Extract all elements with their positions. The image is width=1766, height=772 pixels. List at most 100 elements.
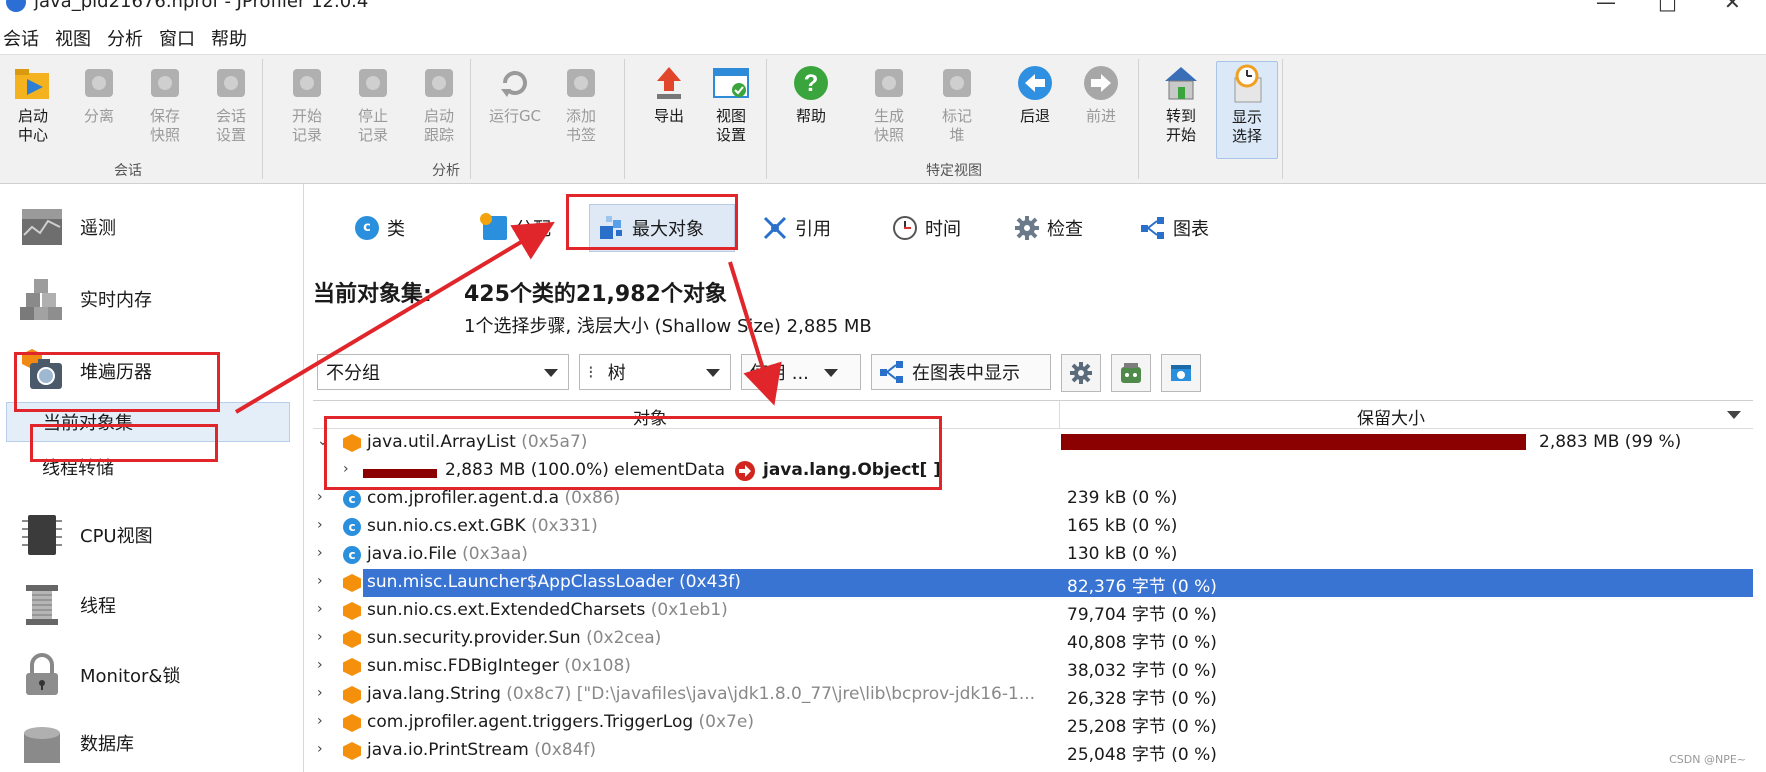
table-row[interactable]: › com.jprofiler.agent.triggers.TriggerLog…: [313, 709, 1753, 737]
toolbar-label: 视图: [715, 107, 746, 125]
menu-window[interactable]: 窗口: [156, 25, 200, 51]
table-row[interactable]: › sun.misc.FDBigInteger (0x108) 38,032 字节 …: [313, 653, 1753, 681]
tab-classes[interactable]: c 类: [345, 204, 415, 252]
sidebar-item-database[interactable]: 数据库: [0, 708, 304, 772]
garbage-collector-button[interactable]: [1111, 354, 1151, 392]
toolbar-button-detach[interactable]: 分离: [68, 61, 130, 159]
class-icon: c: [343, 546, 361, 564]
toolbar-button-save-snapshot[interactable]: 保存 快照: [134, 61, 196, 159]
tab-time[interactable]: 时间: [883, 204, 971, 252]
chevron-right-icon[interactable]: ›: [343, 461, 359, 479]
sidebar-item-current-object-set[interactable]: 当前对象集: [6, 402, 290, 442]
toolbar-button-view-settings[interactable]: 视图 设置: [700, 61, 762, 159]
sidebar-item-telemetry[interactable]: 遥测: [0, 192, 304, 262]
toolbar-label: 显示: [1231, 108, 1262, 126]
chevron-right-icon[interactable]: ›: [317, 713, 333, 731]
menu-help[interactable]: 帮助: [208, 25, 252, 51]
toolbar-button-go-home[interactable]: 转到 开始: [1150, 61, 1212, 159]
table-row[interactable]: › java.io.PrintStream (0x84f) 25,048 字节 (0…: [313, 737, 1753, 765]
menu-session[interactable]: 会话: [0, 25, 44, 51]
toolbar-button-forward[interactable]: 前进: [1070, 61, 1132, 159]
forward-icon: [1081, 63, 1121, 103]
tab-graph[interactable]: 图表: [1131, 204, 1219, 252]
retained-size: 82,376 字节 (0 %): [1067, 577, 1217, 597]
toolbar-button-stop-recording[interactable]: 停止 记录: [342, 61, 404, 159]
toolbar-button-session-start[interactable]: 启动 中心: [2, 61, 64, 159]
toolbar-button-back[interactable]: 后退: [1004, 61, 1066, 159]
chevron-right-icon[interactable]: ›: [317, 741, 333, 759]
inspection-settings-button[interactable]: [1061, 354, 1101, 392]
chevron-right-icon[interactable]: ›: [317, 545, 333, 563]
sidebar-item-monitor-lock[interactable]: Monitor&锁: [0, 640, 304, 710]
chevron-down-icon: [544, 369, 558, 377]
table-row[interactable]: › c java.io.File (0x3aa) 130 kB (0 %): [313, 541, 1753, 569]
grouping-select[interactable]: 不分组: [317, 354, 569, 390]
toolbar-button-take-snapshot[interactable]: 生成 快照: [858, 61, 920, 159]
tab-allocations[interactable]: 分配: [473, 204, 561, 252]
toolbar-button-add-bookmark[interactable]: 添加 书签: [550, 61, 612, 159]
object-name: com.jprofiler.agent.triggers.TriggerLog …: [367, 712, 754, 732]
object-class: sun.nio.cs.ext.GBK: [367, 516, 526, 536]
child-size-bar: [363, 469, 437, 478]
chevron-right-icon[interactable]: ›: [317, 629, 333, 647]
table-row[interactable]: › sun.security.provider.Sun (0x2cea) 40,80…: [313, 625, 1753, 653]
sidebar-item-cpu-views[interactable]: CPU视图: [0, 500, 304, 570]
sidebar-item-live-memory[interactable]: 实时内存: [0, 264, 304, 334]
close-icon[interactable]: ✕: [1724, 0, 1741, 14]
minimize-icon[interactable]: —: [1596, 0, 1616, 14]
detach-icon: [79, 63, 119, 103]
sidebar-item-heap-walker[interactable]: 堆遍历器: [0, 336, 304, 406]
info-button[interactable]: [1161, 354, 1201, 392]
menu-analyze[interactable]: 分析: [104, 25, 148, 51]
table-row[interactable]: › sun.misc.Launcher$AppClassLoader (0x43f…: [313, 569, 1753, 597]
svg-text:?: ?: [804, 70, 819, 97]
table-row[interactable]: › c com.jprofiler.agent.d.a (0x86) 239 kB (…: [313, 485, 1753, 513]
column-retained-size[interactable]: 保留大小: [1357, 404, 1425, 429]
chevron-right-icon[interactable]: ›: [317, 657, 333, 675]
toolbar-button-start-tracking[interactable]: 启动 跟踪: [408, 61, 470, 159]
toolbar-label: 后退: [1019, 107, 1050, 125]
table-row-child[interactable]: › 2,883 MB (100.0%) elementData java.lan…: [313, 457, 1753, 485]
toolbar-button-mark-heap[interactable]: 标记堆: [926, 61, 988, 159]
toolbar-separator: [470, 59, 471, 179]
toolbar-button-run-gc[interactable]: 运行GC: [484, 61, 546, 159]
sidebar-item-threads[interactable]: 线程: [0, 570, 304, 640]
toolbar-button-show-selection[interactable]: 显示 选择: [1216, 61, 1278, 159]
toolbar-button-start-recording[interactable]: 开始 记录: [276, 61, 338, 159]
session-settings-icon: [211, 63, 251, 103]
table-row[interactable]: › sun.nio.cs.ext.ExtendedCharsets (0x1eb1…: [313, 597, 1753, 625]
sidebar-item-thread-dump[interactable]: 线程转储: [6, 447, 290, 487]
toolbar-button-export[interactable]: 导出: [638, 61, 700, 159]
table-row[interactable]: ⌄ java.util.ArrayList (0x5a7) 2,883 MB (99…: [313, 429, 1753, 457]
toolbar-label: 标记: [941, 107, 972, 125]
chevron-down-icon[interactable]: ⌄: [317, 433, 333, 451]
toolbar-button-help[interactable]: ? 帮助: [780, 61, 842, 159]
chevron-right-icon[interactable]: ›: [317, 601, 333, 619]
chevron-right-icon[interactable]: ›: [317, 685, 333, 703]
chevron-right-icon[interactable]: ›: [317, 517, 333, 535]
retained-size-bar: [1061, 434, 1526, 450]
class-icon: c: [343, 490, 361, 508]
heap-walker-icon: [20, 349, 64, 393]
tab-references[interactable]: 引用: [753, 204, 841, 252]
toolbar-label: 选择: [1231, 127, 1262, 145]
maximize-icon[interactable]: □: [1658, 0, 1677, 14]
view-mode-select[interactable]: ⁝ 树: [579, 354, 731, 390]
toolbar-button-session-settings[interactable]: 会话 设置: [200, 61, 262, 159]
chevron-right-icon[interactable]: ›: [317, 573, 333, 591]
table-row[interactable]: › c sun.nio.cs.ext.GBK (0x331) 165 kB (0 %): [313, 513, 1753, 541]
column-object[interactable]: 对象: [633, 404, 667, 429]
menu-view[interactable]: 视图: [52, 25, 96, 51]
use-button[interactable]: 使用 ...: [741, 354, 861, 390]
session-start-icon: [13, 63, 53, 103]
class-icon: c: [355, 216, 379, 240]
tab-inspections[interactable]: 检查: [1005, 204, 1093, 252]
object-instance-icon: [343, 602, 361, 620]
tab-biggest-objects[interactable]: 最大对象: [589, 204, 735, 252]
export-icon: [649, 63, 689, 103]
toolbar-label: 开始: [1165, 126, 1196, 144]
table-row[interactable]: › java.lang.String (0x8c7) ["D:\javafiles…: [313, 681, 1753, 709]
sort-descending-icon[interactable]: [1727, 411, 1741, 419]
show-in-graph-button[interactable]: 在图表中显示: [871, 354, 1051, 390]
chevron-right-icon[interactable]: ›: [317, 489, 333, 507]
